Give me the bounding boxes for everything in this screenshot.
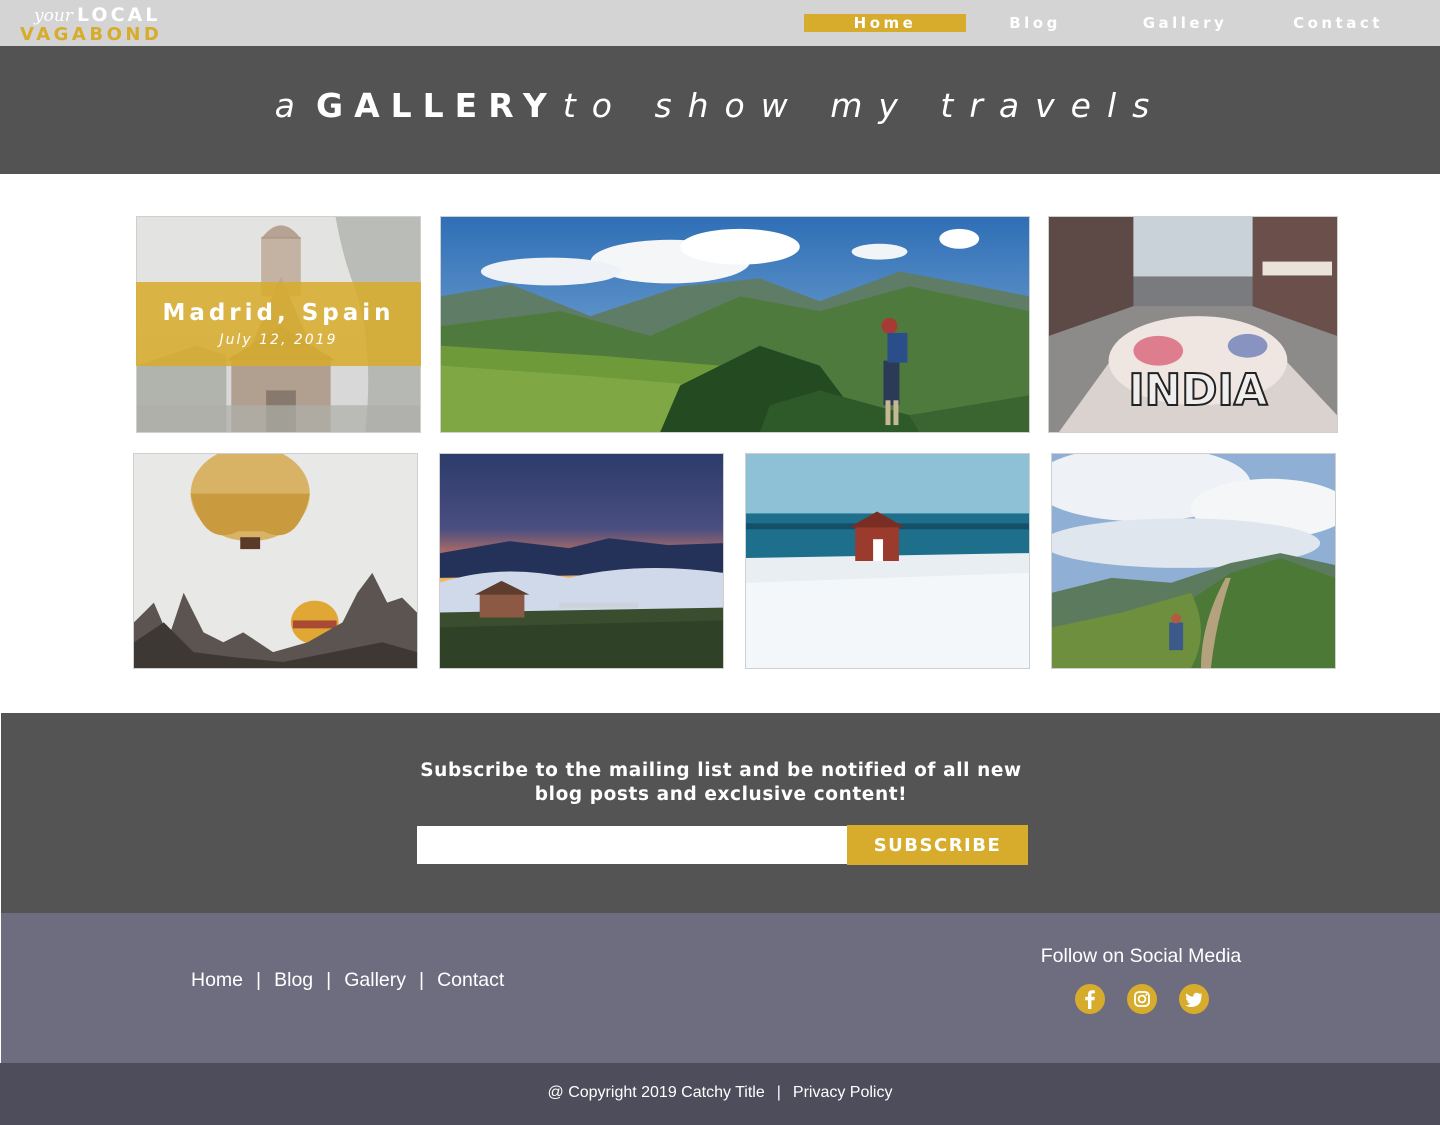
footer-link-blog[interactable]: Blog — [274, 969, 313, 992]
subscribe-message: Subscribe to the mailing list and be not… — [420, 760, 1022, 805]
copyright-line: @ Copyright 2019 Catchy Title | Privacy Po… — [0, 1084, 1440, 1102]
site-logo[interactable]: your LOCAL VAGABOND — [20, 3, 180, 45]
footer-nav: Home | Blog | Gallery | Contact — [191, 969, 504, 995]
instagram-icon[interactable] — [1127, 984, 1157, 1014]
caption-date: July 12, 2019 — [219, 332, 338, 348]
nav-item-blog[interactable]: Blog — [960, 14, 1110, 32]
email-field[interactable] — [417, 826, 847, 864]
twitter-icon[interactable] — [1179, 984, 1209, 1014]
red-cabin-snow-photo[interactable] — [745, 453, 1030, 669]
logo-prefix: your — [34, 6, 73, 26]
footer-separator: | — [419, 969, 425, 991]
social-heading: Follow on Social Media — [1040, 945, 1242, 967]
site-footer: Home | Blog | Gallery | Contact Follow on Soci… — [0, 913, 1440, 1063]
nav-item-gallery[interactable]: Gallery — [1110, 14, 1260, 32]
copyright-separator: | — [776, 1084, 781, 1101]
facebook-icon[interactable] — [1075, 984, 1105, 1014]
featured-caption: Madrid, Spain July 12, 2019 — [136, 282, 421, 366]
caption-title: Madrid, Spain — [162, 300, 395, 326]
title-bold: GALLERY — [316, 86, 558, 125]
page-banner: a GALLERY to show my travels — [0, 46, 1440, 174]
hot-air-balloons-photo[interactable] — [133, 453, 418, 669]
subscribe-section: Subscribe to the mailing list and be not… — [0, 713, 1440, 913]
nav-item-home[interactable]: Home — [804, 14, 966, 32]
footer-link-contact[interactable]: Contact — [437, 969, 504, 992]
title-lead: a — [274, 86, 311, 125]
subscribe-button[interactable]: SUBSCRIBE — [847, 825, 1028, 865]
street-art-text: INDIA — [1128, 365, 1267, 416]
copyright-text: @ Copyright 2019 Catchy Title — [547, 1084, 765, 1101]
top-nav: your LOCAL VAGABOND Home Blog Gallery Co… — [0, 0, 1440, 46]
footer-link-home[interactable]: Home — [191, 969, 243, 992]
logo-local: LOCAL — [77, 4, 161, 26]
hiker-mountains-photo[interactable] — [440, 216, 1030, 433]
footer-separator: | — [256, 969, 262, 991]
privacy-policy-link[interactable]: Privacy Policy — [793, 1084, 893, 1101]
mountain-trail-photo[interactable] — [1051, 453, 1336, 669]
copyright-bar: @ Copyright 2019 Catchy Title | Privacy Po… — [0, 1063, 1440, 1125]
nav-item-contact[interactable]: Contact — [1262, 14, 1414, 32]
title-tail: to show my travels — [562, 86, 1166, 125]
footer-separator: | — [326, 969, 332, 991]
street-art-photo[interactable]: INDIA — [1048, 216, 1338, 433]
cabin-sunset-photo[interactable] — [439, 453, 724, 669]
footer-link-gallery[interactable]: Gallery — [344, 969, 406, 992]
logo-vagabond: VAGABOND — [20, 24, 163, 45]
page-title: a GALLERY to show my travels — [0, 86, 1440, 125]
